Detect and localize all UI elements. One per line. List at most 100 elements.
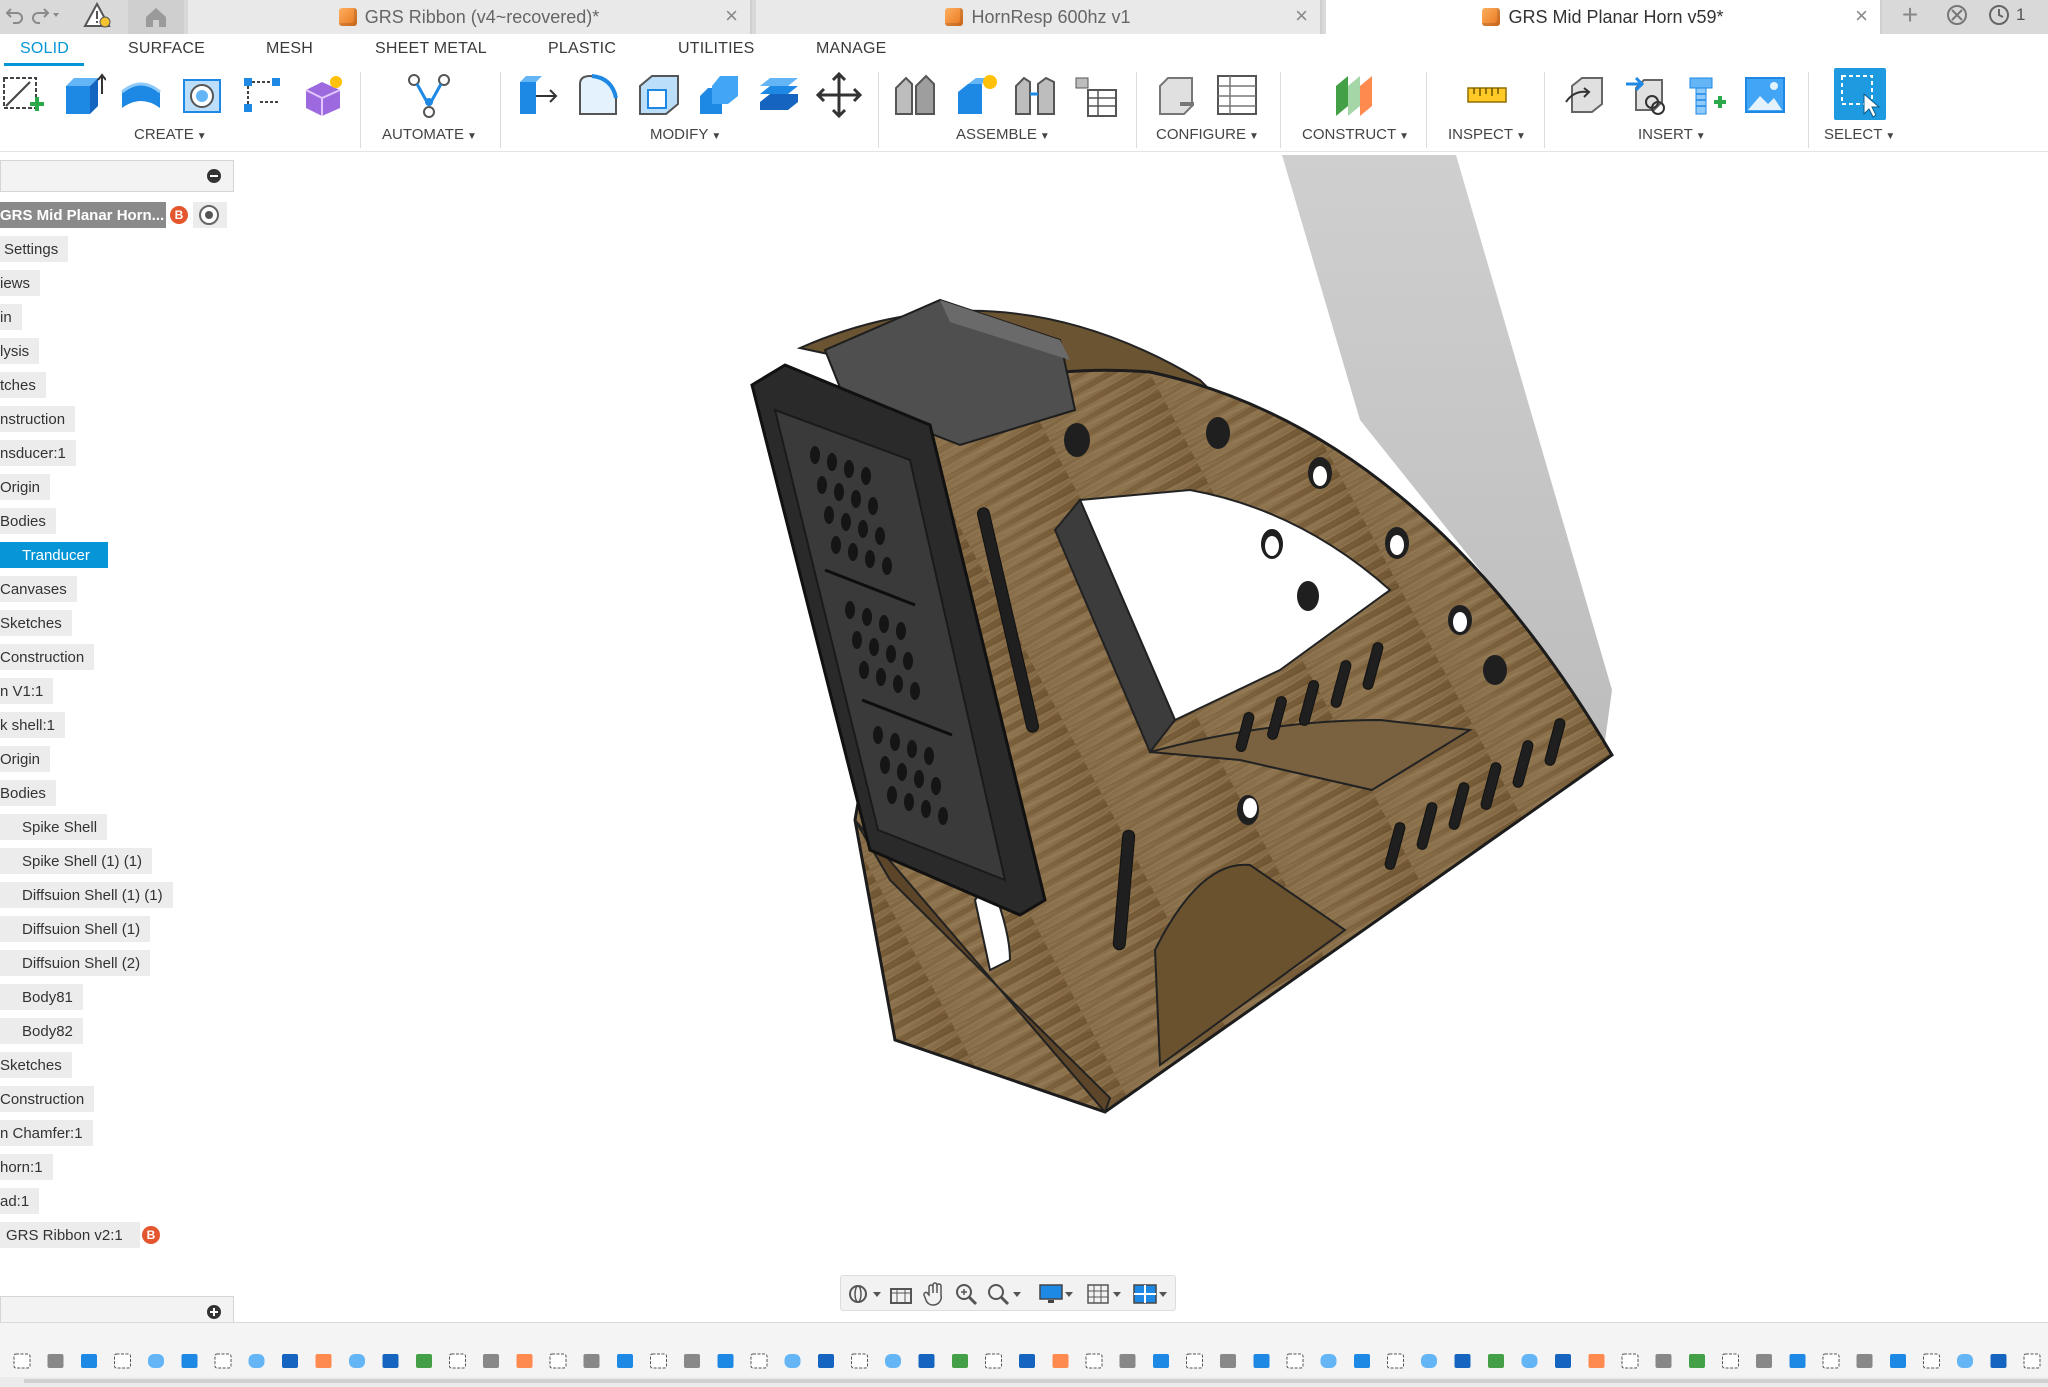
configuration-table-icon[interactable] xyxy=(1214,72,1260,118)
configure-icon[interactable] xyxy=(1154,72,1200,118)
browser-item-grs-ribbon[interactable]: GRS Ribbon v2:1 xyxy=(0,1222,140,1248)
timeline-fillet-icon[interactable] xyxy=(1320,1354,1337,1368)
browser-root-item[interactable]: GRS Mid Planar Horn... xyxy=(0,202,166,228)
browser-item-views[interactable]: iews xyxy=(0,270,41,296)
timeline-joint-icon[interactable] xyxy=(1756,1354,1772,1368)
browser-item-sketches-top[interactable]: tches xyxy=(0,372,46,398)
fillet-icon[interactable] xyxy=(576,72,622,118)
timeline-joint-icon[interactable] xyxy=(1655,1354,1672,1368)
timeline-combine-icon[interactable] xyxy=(282,1354,298,1368)
pattern-icon[interactable] xyxy=(240,72,286,118)
timeline-sketch-icon[interactable] xyxy=(449,1353,466,1369)
timeline-extrude-icon[interactable] xyxy=(717,1354,734,1368)
viewports-icon[interactable] xyxy=(1131,1281,1171,1307)
timeline-sketch-icon[interactable] xyxy=(985,1353,1002,1369)
browser-item-origin-top[interactable]: in xyxy=(0,304,22,330)
measure-icon[interactable] xyxy=(1464,72,1510,118)
close-tab-icon[interactable]: × xyxy=(725,3,738,29)
insert-link-icon[interactable] xyxy=(1622,72,1668,118)
browser-item-horn-component[interactable]: horn:1 xyxy=(0,1154,53,1180)
timeline-extrude-icon[interactable] xyxy=(1153,1354,1169,1368)
bill-of-materials-icon[interactable] xyxy=(1072,72,1118,118)
timeline-fillet-icon[interactable] xyxy=(1957,1354,1973,1368)
timeline-plane-icon[interactable] xyxy=(1488,1354,1504,1368)
tab-sheet-metal[interactable]: SHEET METAL xyxy=(375,40,487,58)
warning-icon[interactable] xyxy=(80,0,114,30)
zoom-icon[interactable] xyxy=(953,1281,981,1307)
timeline-move-icon[interactable] xyxy=(114,1353,131,1369)
select-group-label[interactable]: SELECT ▼ xyxy=(1824,126,1895,143)
timeline-sketch-icon[interactable] xyxy=(1722,1353,1739,1369)
timeline-extrude-icon[interactable] xyxy=(81,1354,97,1368)
browser-item-chamfer-component[interactable]: n Chamfer:1 xyxy=(0,1120,93,1146)
orbit-icon[interactable] xyxy=(845,1281,885,1307)
browser-item-construction[interactable]: Construction xyxy=(0,644,95,670)
hole-icon[interactable] xyxy=(180,72,226,118)
extrude-icon[interactable] xyxy=(60,72,107,118)
timeline-fillet-icon[interactable] xyxy=(148,1354,164,1368)
tab-mesh[interactable]: MESH xyxy=(266,40,313,58)
configure-group-label[interactable]: CONFIGURE ▼ xyxy=(1156,126,1259,143)
pan-icon[interactable] xyxy=(921,1281,949,1307)
browser-item-body82[interactable]: Body82 xyxy=(0,1018,83,1044)
joint-icon[interactable] xyxy=(892,72,938,118)
browser-item-pad-component[interactable]: ad:1 xyxy=(0,1188,40,1214)
timeline-fillet-icon[interactable] xyxy=(784,1354,801,1368)
document-tab-mid-planar-horn[interactable]: GRS Mid Planar Horn v59* × xyxy=(1326,0,1882,34)
browser-item-canvases[interactable]: Canvases xyxy=(0,576,77,602)
timeline-sketch-icon[interactable] xyxy=(549,1353,567,1369)
timeline-plane-icon[interactable] xyxy=(516,1354,533,1368)
tab-solid[interactable]: SOLID xyxy=(20,40,69,58)
timeline-joint-icon[interactable] xyxy=(1856,1354,1873,1368)
construct-group-label[interactable]: CONSTRUCT ▼ xyxy=(1302,126,1409,143)
timeline-joint-icon[interactable] xyxy=(483,1354,499,1368)
timeline-move-icon[interactable] xyxy=(851,1353,868,1369)
timeline-fillet-icon[interactable] xyxy=(885,1354,901,1368)
timeline-extrude-icon[interactable] xyxy=(617,1354,633,1368)
browser-item-origin[interactable]: Origin xyxy=(0,474,51,500)
timeline-sketch-icon[interactable] xyxy=(1186,1353,1203,1369)
timeline-combine-icon[interactable] xyxy=(1555,1354,1571,1368)
revolve-icon[interactable] xyxy=(118,72,164,118)
tab-manage[interactable]: MANAGE xyxy=(816,40,887,58)
online-status-icon[interactable] xyxy=(1942,0,1972,30)
tab-surface[interactable]: SURFACE xyxy=(128,40,205,58)
browser-item-horn-v1-component[interactable]: n V1:1 xyxy=(0,678,54,704)
automate-icon[interactable] xyxy=(406,72,452,118)
browser-item-sketches[interactable]: Sketches xyxy=(0,610,72,636)
browser-item-origin-2[interactable]: Origin xyxy=(0,746,51,772)
browser-item-analysis[interactable]: lysis xyxy=(0,338,40,364)
browser-item-tranducer-body[interactable]: Tranducer xyxy=(0,542,108,568)
timeline-extrude-icon[interactable] xyxy=(1789,1354,1806,1368)
select-icon[interactable] xyxy=(1834,68,1886,120)
as-built-joint-icon[interactable] xyxy=(1012,72,1058,118)
tab-plastic[interactable]: PLASTIC xyxy=(548,40,616,58)
move-copy-icon[interactable] xyxy=(815,71,863,119)
insert-mcmaster-icon[interactable] xyxy=(1682,72,1728,118)
browser-item-sketches-2[interactable]: Sketches xyxy=(0,1052,72,1078)
timeline-fillet-icon[interactable] xyxy=(1421,1354,1437,1368)
close-tab-icon[interactable]: × xyxy=(1295,3,1308,29)
browser-item-body81[interactable]: Body81 xyxy=(0,984,83,1010)
browser-item-spike-shell-1-1[interactable]: Spike Shell (1) (1) xyxy=(0,848,153,874)
timeline-plane-icon[interactable] xyxy=(1689,1354,1705,1368)
timeline-move-icon[interactable] xyxy=(1387,1353,1404,1369)
timeline-combine-icon[interactable] xyxy=(1019,1354,1035,1368)
timeline-plane-icon[interactable] xyxy=(1052,1354,1069,1368)
timeline-joint-icon[interactable] xyxy=(1119,1354,1136,1368)
timeline-fillet-icon[interactable] xyxy=(1521,1354,1538,1368)
timeline-move-icon[interactable] xyxy=(1286,1353,1304,1369)
automate-group-label[interactable]: AUTOMATE ▼ xyxy=(382,126,477,143)
expand-comments-icon[interactable] xyxy=(207,1305,221,1319)
model-viewport[interactable] xyxy=(240,152,2048,1322)
timeline-move-icon[interactable] xyxy=(750,1353,768,1369)
browser-item-diffusion-shell-2[interactable]: Diffsuion Shell (2) xyxy=(0,950,151,976)
insert-derive-icon[interactable] xyxy=(1562,72,1608,118)
timeline-extrude-icon[interactable] xyxy=(1253,1354,1270,1368)
new-tab-button[interactable]: + xyxy=(1892,0,1928,30)
timeline-plane-icon[interactable] xyxy=(1588,1354,1605,1368)
insert-group-label[interactable]: INSERT ▼ xyxy=(1638,126,1706,143)
timeline-move-icon[interactable] xyxy=(1822,1353,1840,1369)
insert-canvas-icon[interactable] xyxy=(1742,72,1788,118)
browser-item-construction-top[interactable]: nstruction xyxy=(0,406,76,432)
